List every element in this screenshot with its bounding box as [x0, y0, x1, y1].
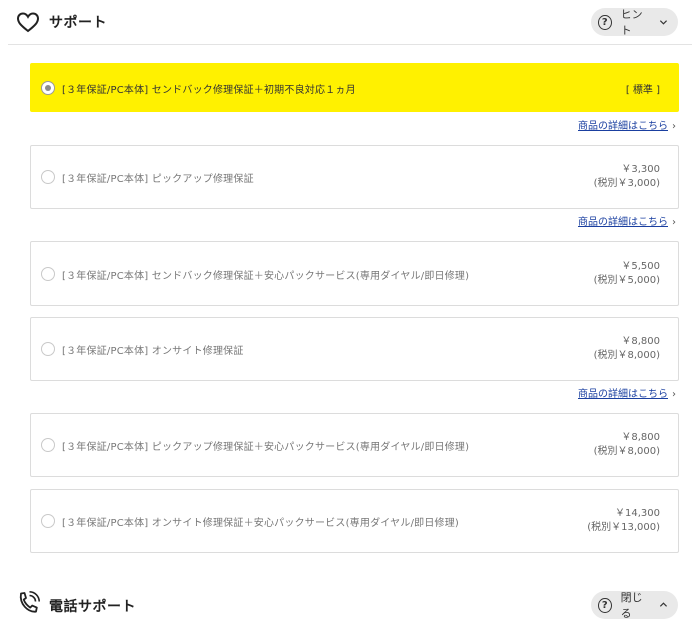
heart-icon [16, 12, 40, 33]
detail-link[interactable]: 商品の詳細はこちら › [578, 213, 676, 228]
phone-support-title: 電話サポート [49, 599, 136, 615]
support-section-header: サポート ? ヒント [0, 0, 700, 44]
phone-support-section-header: 電話サポート ? 閉じる [0, 582, 700, 626]
warranty-option-3[interactable]: [３年保証/PC本体] センドバック修理保証＋安心パックサービス(専用ダイヤル/… [30, 241, 679, 306]
price: ￥14,300 [615, 508, 660, 519]
price-ex-tax: (税別￥8,000) [593, 446, 660, 457]
option-label: [３年保証/PC本体] オンサイト修理保証＋安心パックサービス(専用ダイヤル/即… [62, 518, 460, 529]
warranty-option-2[interactable]: [３年保証/PC本体] ピックアップ修理保証 ￥3,300 (税別￥3,000) [30, 145, 679, 209]
price-block: ￥5,500 (税別￥5,000) [594, 260, 660, 288]
option-label: [３年保証/PC本体] オンサイト修理保証 [62, 346, 244, 357]
price: ￥3,300 [621, 164, 660, 175]
phone-icon [19, 591, 40, 613]
chevron-right-icon: › [672, 121, 676, 132]
price: ￥8,800 [621, 336, 660, 347]
radio-button[interactable] [41, 514, 55, 528]
radio-button[interactable] [41, 438, 55, 452]
hint-label: ヒント [620, 8, 643, 37]
price-block: ￥8,800 (税別￥8,000) [594, 335, 660, 363]
price: ￥8,800 [621, 432, 660, 443]
option-label: [３年保証/PC本体] ピックアップ修理保証＋安心パックサービス(専用ダイヤル/… [62, 442, 470, 453]
warranty-option-6[interactable]: [３年保証/PC本体] オンサイト修理保証＋安心パックサービス(専用ダイヤル/即… [30, 489, 679, 553]
price-ex-tax: (税別￥5,000) [593, 275, 660, 286]
option-label: [３年保証/PC本体] センドバック修理保証＋初期不良対応１ヵ月 [62, 85, 356, 96]
chevron-up-icon [660, 602, 668, 607]
price-ex-tax: (税別￥3,000) [593, 178, 660, 189]
detail-link[interactable]: 商品の詳細はこちら › [578, 385, 676, 400]
support-title: サポート [49, 15, 107, 31]
option-label: [３年保証/PC本体] ピックアップ修理保証 [62, 174, 254, 185]
standard-badge: [ 標準 ] [625, 85, 660, 96]
warranty-option-4[interactable]: [３年保証/PC本体] オンサイト修理保証 ￥8,800 (税別￥8,000) [30, 317, 679, 381]
warranty-option-1[interactable]: [３年保証/PC本体] センドバック修理保証＋初期不良対応１ヵ月 [ 標準 ] [30, 63, 679, 112]
close-label: 閉じる [620, 591, 643, 620]
price-block: ￥14,300 (税別￥13,000) [587, 507, 660, 535]
warranty-option-5[interactable]: [３年保証/PC本体] ピックアップ修理保証＋安心パックサービス(専用ダイヤル/… [30, 413, 679, 477]
price-ex-tax: (税別￥8,000) [593, 350, 660, 361]
radio-button[interactable] [41, 342, 55, 356]
option-label: [３年保証/PC本体] センドバック修理保証＋安心パックサービス(専用ダイヤル/… [62, 271, 470, 282]
header-divider [8, 44, 692, 45]
radio-button[interactable] [41, 267, 55, 281]
chevron-right-icon: › [672, 217, 676, 228]
price-ex-tax: (税別￥13,000) [587, 522, 660, 533]
price-block: ￥3,300 (税別￥3,000) [594, 163, 660, 191]
price: ￥5,500 [621, 261, 660, 272]
close-button[interactable]: ? 閉じる [591, 591, 678, 620]
hint-button[interactable]: ? ヒント [591, 8, 678, 37]
chevron-down-icon [660, 20, 668, 25]
detail-link[interactable]: 商品の詳細はこちら › [578, 117, 676, 132]
price-block: ￥8,800 (税別￥8,000) [594, 431, 660, 459]
radio-button[interactable] [41, 170, 55, 184]
chevron-right-icon: › [672, 389, 676, 400]
radio-button[interactable] [41, 81, 55, 95]
question-circle-icon: ? [598, 14, 612, 30]
question-circle-icon: ? [598, 597, 612, 613]
